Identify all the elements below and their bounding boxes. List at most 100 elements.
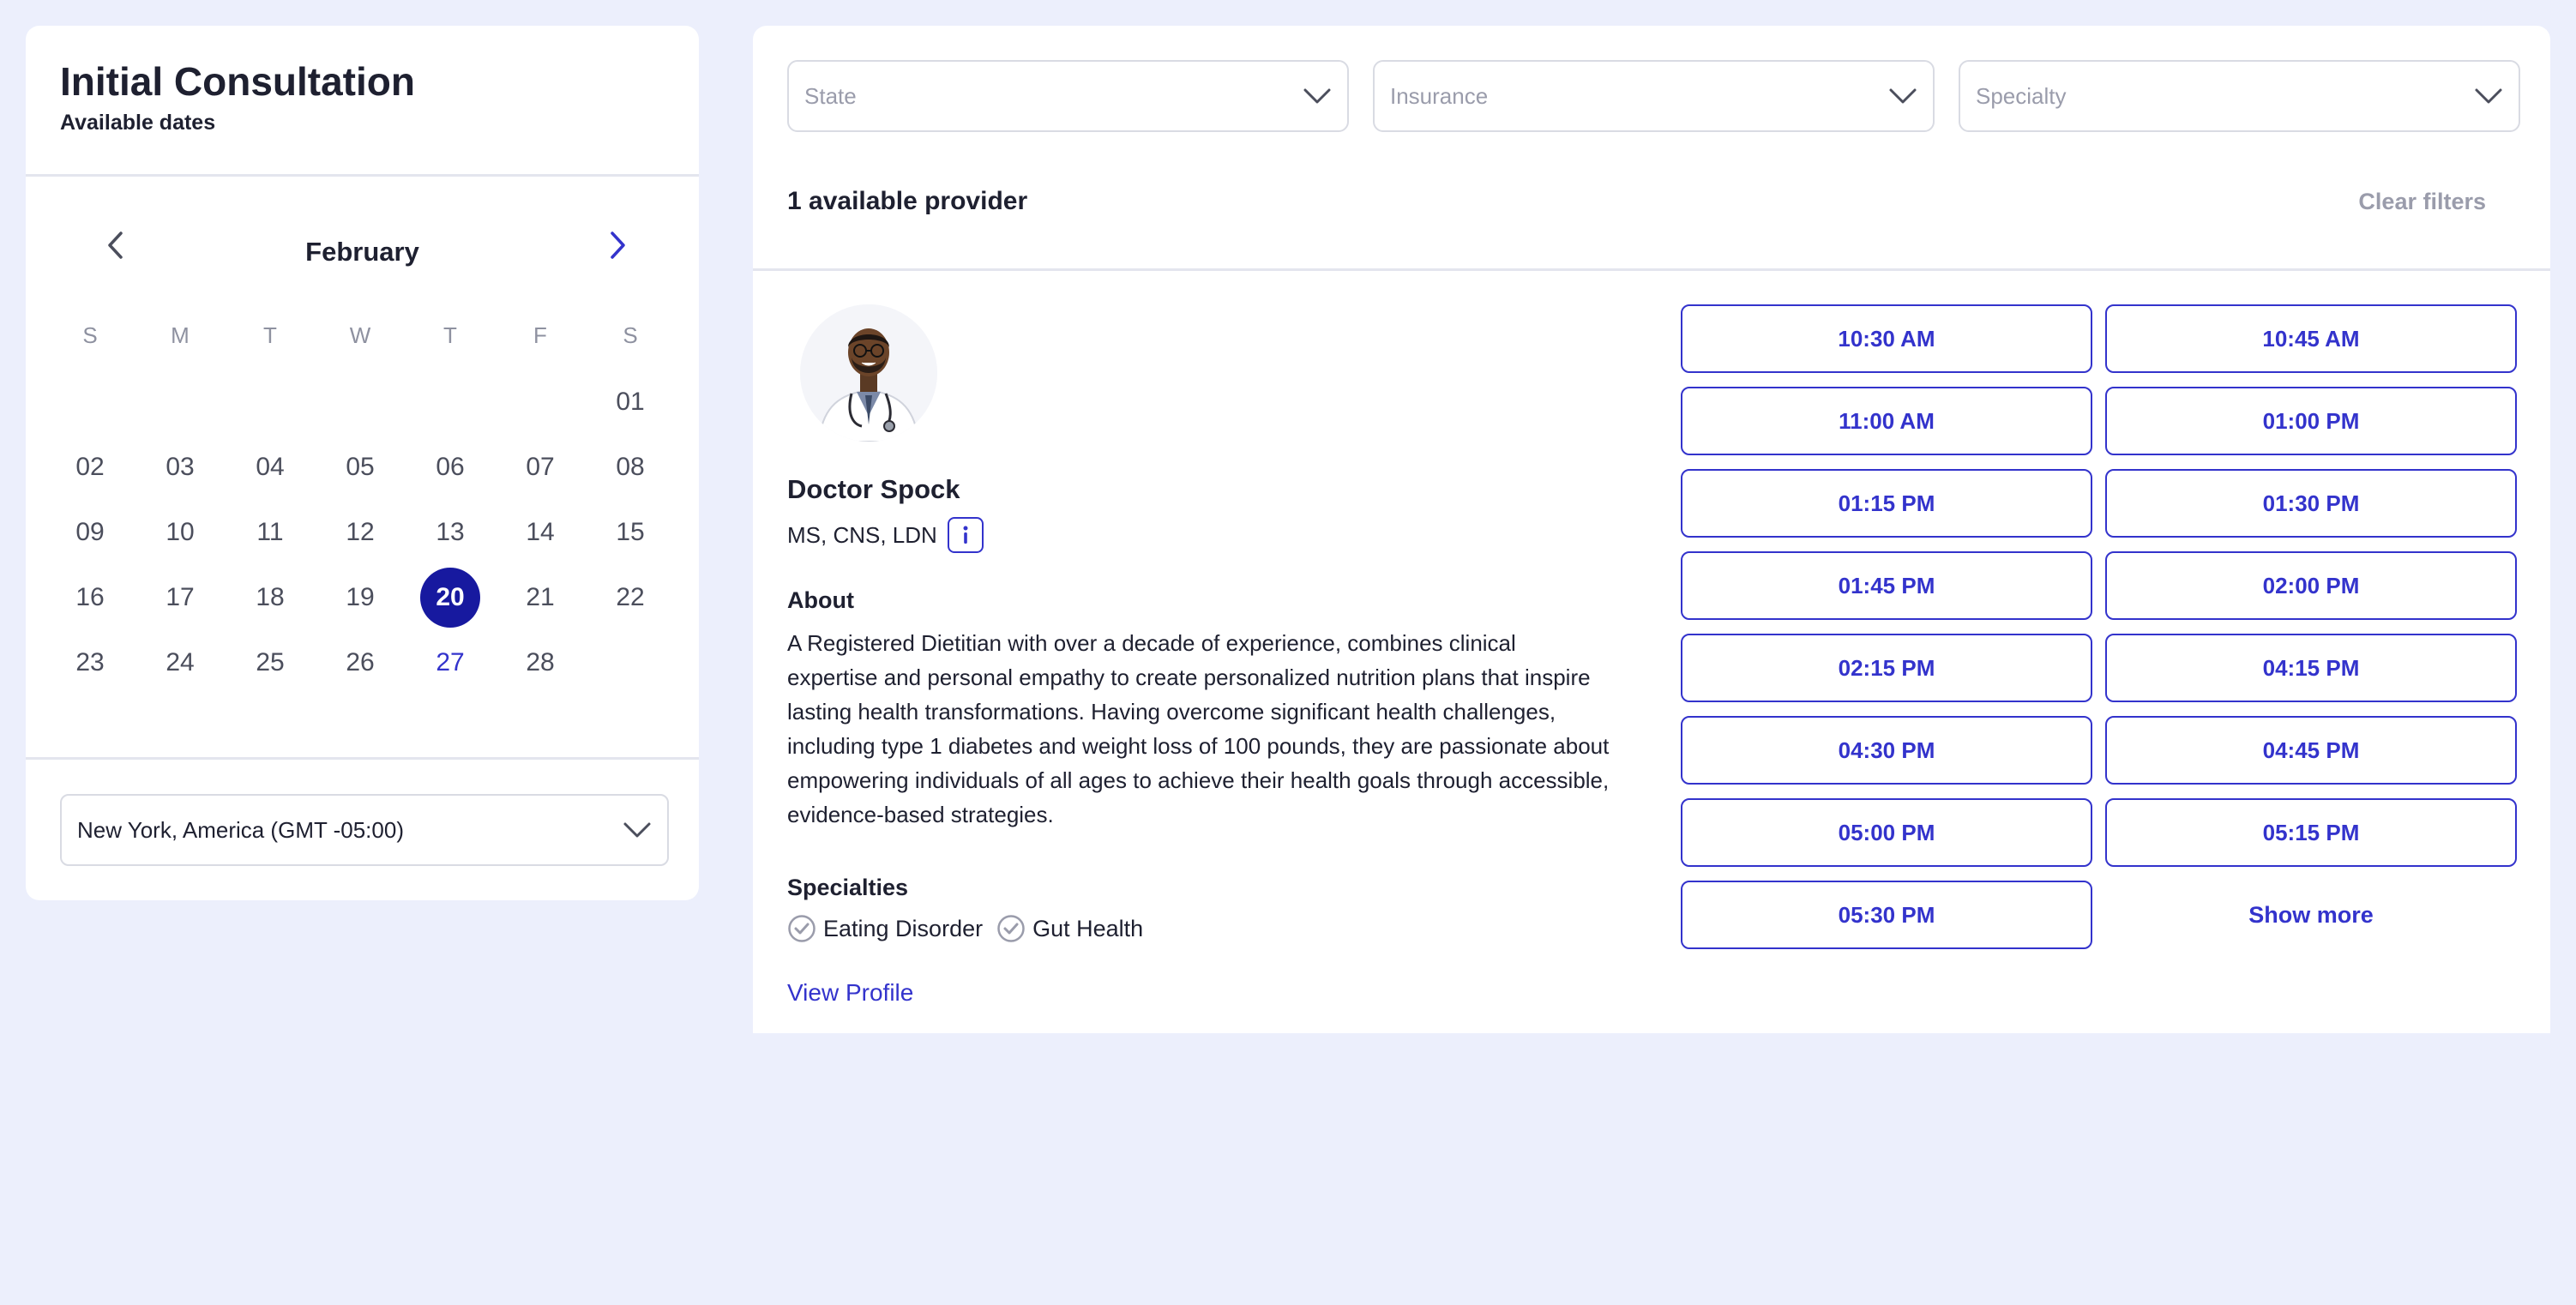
specialties-list: Eating Disorder Gut Health: [787, 914, 1143, 943]
check-circle-icon: [997, 915, 1025, 942]
calendar-empty-cell: [600, 633, 660, 693]
time-slot-grid: 10:30 AM 10:45 AM 11:00 AM 01:00 PM 01:15 PM…: [1681, 304, 2517, 949]
calendar-day[interactable]: 18: [240, 568, 300, 628]
time-slot-button[interactable]: 11:00 AM: [1681, 387, 2092, 455]
specialty-label: Eating Disorder: [823, 915, 984, 941]
calendar-day[interactable]: 15: [600, 502, 660, 562]
view-profile-link[interactable]: View Profile: [787, 979, 913, 1007]
calendar-week: 09 10 11 12 13 14 15: [60, 500, 660, 565]
time-slot-button[interactable]: 01:15 PM: [1681, 469, 2092, 538]
provider-avatar: [800, 304, 937, 442]
chevron-down-icon: [1303, 88, 1331, 104]
provider-count: 1 available provider: [787, 187, 1028, 215]
calendar: February S M T W T F S 01 02 03 04 05 06 07 08 09 10 11 12…: [26, 177, 699, 760]
time-slot-button[interactable]: 05:00 PM: [1681, 798, 2092, 867]
state-filter-placeholder: State: [804, 82, 857, 109]
time-slot-button[interactable]: 01:00 PM: [2105, 387, 2517, 455]
calendar-nav: February: [60, 177, 665, 314]
page-title: Initial Consultation: [60, 59, 415, 104]
calendar-day[interactable]: 01: [600, 372, 660, 432]
calendar-day[interactable]: 16: [60, 568, 120, 628]
calendar-day[interactable]: 21: [510, 568, 570, 628]
timezone-section: New York, America (GMT -05:00): [26, 760, 699, 866]
calendar-day[interactable]: 04: [240, 437, 300, 497]
provider-results-panel: State Insurance Specialty 1 available pr…: [753, 26, 2550, 1033]
calendar-empty-cell: [240, 372, 300, 432]
insurance-filter[interactable]: Insurance: [1373, 60, 1935, 132]
calendar-day[interactable]: 23: [60, 633, 120, 693]
weekday-label: W: [349, 322, 371, 348]
specialty-tag: Gut Health: [996, 914, 1143, 943]
time-slot-button[interactable]: 01:45 PM: [1681, 551, 2092, 620]
calendar-day[interactable]: 26: [330, 633, 390, 693]
specialties-heading: Specialties: [787, 875, 909, 900]
time-slot-button[interactable]: 05:30 PM: [1681, 881, 2092, 949]
calendar-day[interactable]: 07: [510, 437, 570, 497]
calendar-day[interactable]: 25: [240, 633, 300, 693]
weekday-label: S: [82, 322, 98, 348]
state-filter[interactable]: State: [787, 60, 1349, 132]
insurance-filter-placeholder: Insurance: [1390, 82, 1489, 109]
calendar-empty-cell: [150, 372, 210, 432]
time-slot-button[interactable]: 04:45 PM: [2105, 716, 2517, 785]
credentials-info-button[interactable]: [947, 517, 984, 553]
time-slot-button[interactable]: 10:30 AM: [1681, 304, 2092, 373]
timezone-select[interactable]: New York, America (GMT -05:00): [60, 794, 669, 866]
calendar-grid: S M T W T F S 01 02 03 04 05 06 07 08 09 10 11 12 13 14 15 16 1…: [60, 318, 660, 695]
time-slot-button[interactable]: 04:15 PM: [2105, 634, 2517, 702]
calendar-day[interactable]: 17: [150, 568, 210, 628]
calendar-day[interactable]: 09: [60, 502, 120, 562]
calendar-day[interactable]: 12: [330, 502, 390, 562]
calendar-day-today[interactable]: 27: [420, 633, 480, 693]
chevron-down-icon: [623, 822, 651, 838]
time-slot-button[interactable]: 02:15 PM: [1681, 634, 2092, 702]
specialty-filter[interactable]: Specialty: [1959, 60, 2520, 132]
calendar-empty-cell: [510, 372, 570, 432]
clear-filters-button[interactable]: Clear filters: [2358, 189, 2486, 215]
show-more-button[interactable]: Show more: [2105, 881, 2517, 949]
calendar-day[interactable]: 28: [510, 633, 570, 693]
calendar-day[interactable]: 05: [330, 437, 390, 497]
next-month-button[interactable]: [596, 224, 639, 267]
specialty-filter-placeholder: Specialty: [1976, 82, 2067, 109]
time-slot-button[interactable]: 04:30 PM: [1681, 716, 2092, 785]
timezone-value: New York, America (GMT -05:00): [77, 816, 404, 843]
calendar-day[interactable]: 06: [420, 437, 480, 497]
time-slot-button[interactable]: 05:15 PM: [2105, 798, 2517, 867]
time-slot-button[interactable]: 01:30 PM: [2105, 469, 2517, 538]
calendar-month: February: [305, 237, 419, 267]
weekday-label: S: [623, 322, 638, 348]
specialty-label: Gut Health: [1032, 915, 1144, 941]
provider-credentials-row: MS, CNS, LDN: [787, 517, 984, 553]
calendar-day[interactable]: 10: [150, 502, 210, 562]
calendar-week: 02 03 04 05 06 07 08: [60, 435, 660, 500]
calendar-day[interactable]: 03: [150, 437, 210, 497]
calendar-week: 23 24 25 26 27 28: [60, 630, 660, 695]
calendar-day[interactable]: 14: [510, 502, 570, 562]
calendar-day[interactable]: 11: [240, 502, 300, 562]
calendar-day[interactable]: 08: [600, 437, 660, 497]
weekday-label: T: [443, 322, 457, 348]
calendar-day[interactable]: 02: [60, 437, 120, 497]
weekday-label: F: [533, 322, 547, 348]
weekday-header: SMTWTFS: [60, 318, 660, 370]
provider-credentials: MS, CNS, LDN: [787, 521, 937, 548]
chevron-down-icon: [2475, 88, 2502, 104]
calendar-week: 16 17 18 19 20 21 22: [60, 565, 660, 630]
calendar-empty-cell: [60, 372, 120, 432]
specialty-tag: Eating Disorder: [787, 914, 983, 943]
calendar-day[interactable]: 22: [600, 568, 660, 628]
calendar-day-selected[interactable]: 20: [420, 568, 480, 628]
panel-header: Initial Consultation Available dates: [26, 26, 699, 177]
time-slot-button[interactable]: 02:00 PM: [2105, 551, 2517, 620]
doctor-portrait-icon: [800, 304, 937, 442]
filter-bar: State Insurance Specialty: [787, 60, 2520, 132]
calendar-week: 01: [60, 370, 660, 435]
weekday-label: M: [171, 322, 190, 348]
calendar-empty-cell: [420, 372, 480, 432]
time-slot-button[interactable]: 10:45 AM: [2105, 304, 2517, 373]
date-picker-panel: Initial Consultation Available dates Feb…: [26, 26, 699, 900]
calendar-day[interactable]: 13: [420, 502, 480, 562]
calendar-day[interactable]: 24: [150, 633, 210, 693]
calendar-day[interactable]: 19: [330, 568, 390, 628]
